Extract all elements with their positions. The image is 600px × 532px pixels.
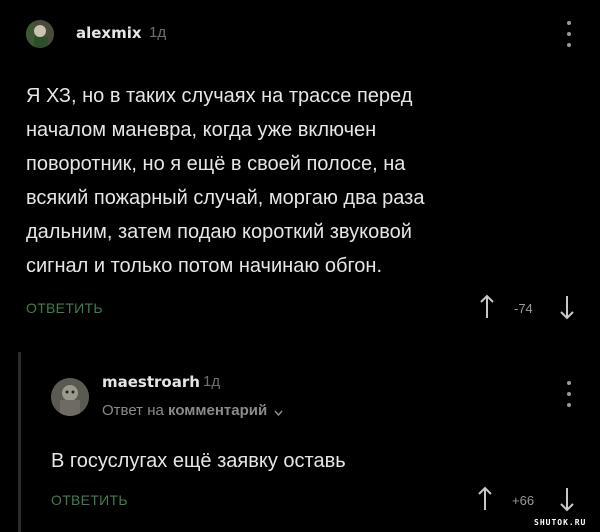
reply-button[interactable]: ОТВЕТИТЬ	[26, 300, 103, 316]
reply-button[interactable]: ОТВЕТИТЬ	[51, 492, 128, 508]
chevron-down-icon[interactable]	[274, 403, 283, 420]
watermark: SHUTOK.RU	[534, 518, 587, 527]
comment-author[interactable]: alexmix	[76, 24, 142, 42]
avatar[interactable]	[51, 378, 89, 416]
downvote-arrow-icon[interactable]	[559, 486, 575, 512]
reply-to-prefix: Ответ на	[102, 402, 164, 419]
kebab-menu-icon[interactable]	[561, 21, 577, 47]
upvote-arrow-icon[interactable]	[479, 294, 495, 320]
thread-line	[18, 352, 21, 532]
comment-time: 1д	[149, 24, 167, 41]
upvote-arrow-icon[interactable]	[477, 486, 493, 512]
reply-to-target: комментарий	[168, 402, 268, 419]
comment-text: Я ХЗ, но в таких случаях на трассе перед…	[26, 85, 425, 277]
comment-rating: +66	[512, 493, 535, 508]
avatar[interactable]	[26, 20, 54, 48]
kebab-menu-icon[interactable]	[561, 381, 577, 407]
comment-text: В госуслугах ещё заявку оставь	[51, 450, 346, 472]
comment-rating: -74	[514, 301, 533, 316]
comment-time: 1д	[203, 373, 221, 390]
downvote-arrow-icon[interactable]	[559, 294, 575, 320]
reply-to-link[interactable]: Ответ на комментарий	[102, 402, 283, 420]
comment-author[interactable]: maestroarh	[102, 373, 200, 391]
